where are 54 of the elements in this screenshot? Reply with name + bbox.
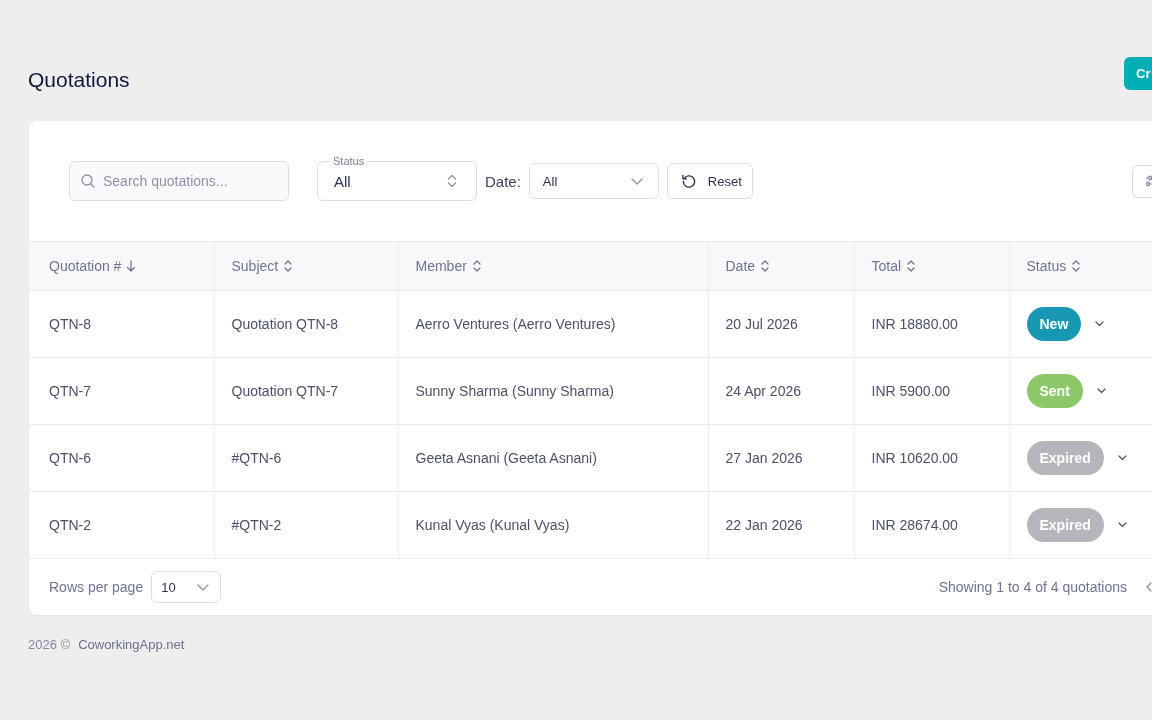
chevron-down-icon [630, 177, 643, 185]
table-cell: Quotation QTN-7 [214, 357, 398, 425]
status-badge: Expired [1026, 441, 1104, 475]
create-button[interactable]: Cr [1124, 57, 1152, 90]
pagination-summary: Showing 1 to 4 of 4 quotations [938, 579, 1127, 595]
column-header[interactable]: Status [1009, 241, 1152, 291]
table-cell: QTN-7 [29, 357, 214, 425]
toolbar-button[interactable] [1132, 164, 1152, 198]
table-cell: Kunal Vyas (Kunal Vyas) [398, 491, 708, 559]
column-header[interactable]: Subject [214, 241, 398, 291]
reset-icon [680, 173, 696, 189]
rows-per-page-select[interactable]: 10 [151, 571, 222, 603]
table-cell: Geeta Asnani (Geeta Asnani) [398, 424, 708, 492]
status-badge: New [1026, 307, 1082, 341]
search-field[interactable]: Search quotations... [69, 161, 289, 201]
table-cell: 27 Jan 2026 [708, 424, 854, 492]
chevron-down-icon[interactable] [1095, 321, 1105, 327]
table-cell: 24 Apr 2026 [708, 357, 854, 425]
reset-button[interactable]: Reset [666, 163, 753, 199]
table-cell: #QTN-6 [214, 424, 398, 492]
status-badge: Sent [1026, 374, 1083, 408]
copyright-text: 2026 © [28, 637, 71, 653]
footer-link[interactable]: CoworkingApp.net [78, 637, 185, 653]
date-select[interactable]: All [528, 163, 659, 199]
chevron-down-icon[interactable] [1117, 522, 1127, 528]
status-badge: Expired [1026, 508, 1104, 542]
table-cell: INR 10620.00 [854, 424, 1009, 492]
chevron-down-icon [197, 583, 210, 591]
column-header[interactable]: Total [854, 241, 1009, 291]
table-cell: Aerro Ventures (Aerro Ventures) [398, 290, 708, 358]
column-header[interactable]: Member [398, 241, 708, 291]
page-title: Quotations [28, 67, 130, 93]
column-header[interactable]: Date [708, 241, 854, 291]
table-cell: INR 5900.00 [854, 357, 1009, 425]
table-cell: QTN-2 [29, 491, 214, 559]
table-cell: INR 18880.00 [854, 290, 1009, 358]
rows-per-page-label: Rows per page [49, 579, 144, 595]
chevron-down-icon[interactable] [1117, 455, 1127, 461]
table-cell: Sunny Sharma (Sunny Sharma) [398, 357, 708, 425]
date-label: Date: [485, 172, 521, 190]
table-cell: INR 28674.00 [854, 491, 1009, 559]
chevron-left-icon[interactable] [1146, 582, 1152, 592]
up-down-chevron-icon [447, 174, 457, 188]
table-cell: QTN-6 [29, 424, 214, 492]
table-cell: Quotation QTN-8 [214, 290, 398, 358]
table-cell: 22 Jan 2026 [708, 491, 854, 559]
status-label: Status [330, 155, 368, 167]
table-cell: #QTN-2 [214, 491, 398, 559]
table-cell: 20 Jul 2026 [708, 290, 854, 358]
search-icon [81, 174, 95, 188]
sliders-icon [1146, 175, 1152, 187]
table-cell: QTN-8 [29, 290, 214, 358]
chevron-down-icon[interactable] [1096, 388, 1106, 394]
column-header[interactable]: Quotation # [29, 241, 214, 291]
